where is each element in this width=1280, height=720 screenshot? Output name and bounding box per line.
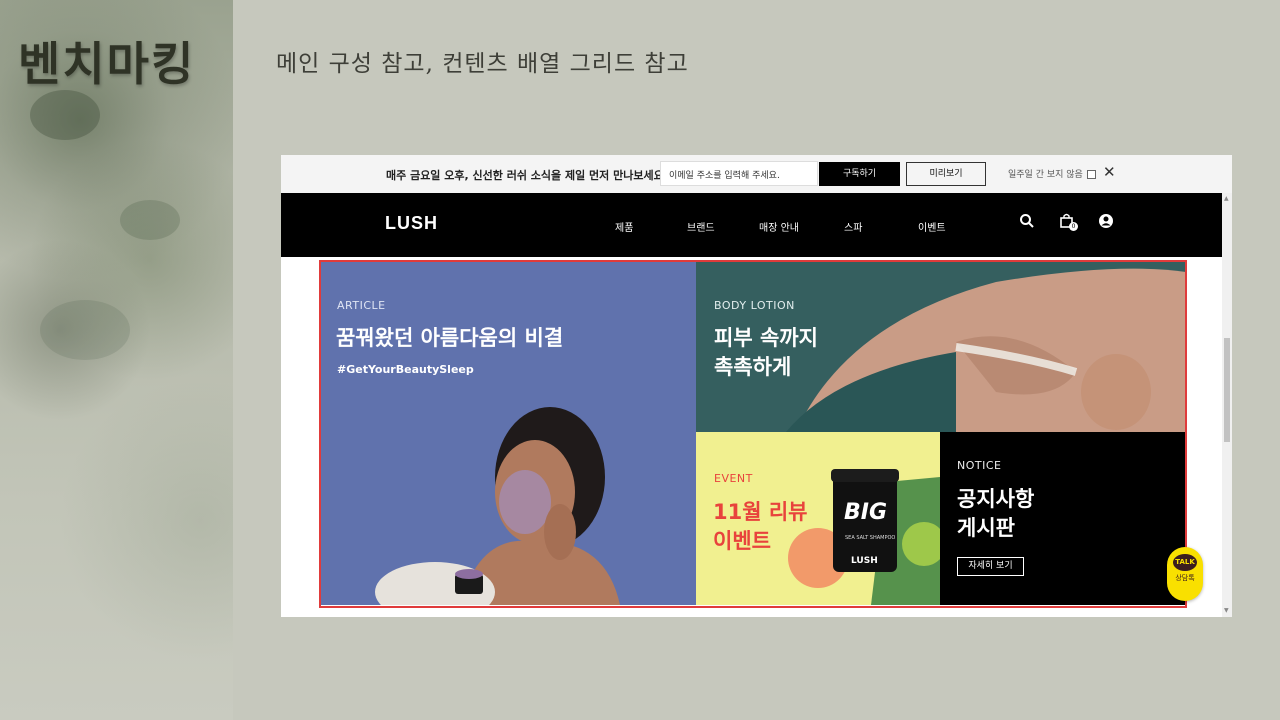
main-navbar: LUSH 제품 브랜드 매장 안내 스파 이벤트 0 (281, 193, 1222, 257)
website-screenshot: 매주 금요일 오후, 신선한 러쉬 소식을 제일 먼저 만나보세요. 이메일 주… (281, 155, 1232, 617)
preview-button[interactable]: 미리보기 (906, 162, 986, 186)
product-subtitle: SEA SALT SHAMPOO (845, 535, 896, 541)
hide-week-option[interactable]: 일주일 간 보지 않음 (1008, 167, 1096, 180)
user-icon[interactable] (1098, 213, 1116, 231)
product-brand: LUSH (851, 556, 878, 566)
newsletter-message: 매주 금요일 오후, 신선한 러쉬 소식을 제일 먼저 만나보세요. (386, 169, 668, 182)
foliage-shape (120, 200, 180, 240)
nav-item-event[interactable]: 이벤트 (918, 219, 946, 234)
event-tile[interactable]: BIG SEA SALT SHAMPOO LUSH EVENT 11월 리뷰 이… (696, 432, 940, 605)
subscribe-button[interactable]: 구독하기 (819, 162, 900, 186)
scroll-up-icon[interactable]: ▲ (1224, 195, 1229, 202)
scrollbar-thumb[interactable] (1224, 338, 1230, 442)
content-grid: ARTICLE 꿈꿔왔던 아름다움의 비결 #GetYourBeautySlee… (320, 262, 1186, 605)
hide-week-label: 일주일 간 보지 않음 (1008, 170, 1083, 180)
notice-headline: 공지사항 게시판 (957, 487, 1035, 540)
slide-title: 벤치마킹 (18, 37, 196, 91)
lotion-headline: 피부 속까지 촉촉하게 (714, 326, 818, 379)
scroll-down-icon[interactable]: ▼ (1224, 607, 1229, 614)
nav-item-store[interactable]: 매장 안내 (759, 219, 799, 234)
cart-count-badge: 0 (1069, 222, 1078, 231)
hide-week-checkbox[interactable] (1086, 170, 1096, 179)
email-field[interactable]: 이메일 주소를 입력해 주세요. (660, 161, 818, 186)
search-icon[interactable] (1019, 213, 1037, 231)
kakao-label: 상담톡 (1175, 574, 1195, 582)
cart-icon[interactable]: 0 (1059, 213, 1078, 231)
notice-category: NOTICE (957, 459, 1002, 472)
nav-item-brand[interactable]: 브랜드 (687, 219, 715, 234)
foliage-shape (40, 300, 130, 360)
decorative-photo-panel (0, 0, 233, 720)
foliage-shape (30, 90, 100, 140)
product-label: BIG (844, 500, 888, 525)
view-details-button[interactable]: 자세히 보기 (957, 557, 1024, 576)
article-category: ARTICLE (337, 299, 386, 312)
woman-portrait-illustration (375, 407, 620, 605)
notice-tile[interactable]: NOTICE 공지사항 게시판 자세히 보기 (940, 432, 1186, 605)
lotion-category: BODY LOTION (714, 299, 795, 312)
nav-item-products[interactable]: 제품 (615, 219, 633, 234)
slide-subtitle: 메인 구성 참고, 컨텐츠 배열 그리드 참고 (276, 51, 689, 77)
body-lotion-tile[interactable]: BODY LOTION 피부 속까지 촉촉하게 (696, 262, 1186, 432)
article-hashtag: #GetYourBeautySleep (337, 363, 474, 376)
talk-bubble-icon: TALK (1173, 554, 1197, 571)
nav-item-spa[interactable]: 스파 (844, 219, 862, 234)
event-category: EVENT (714, 472, 753, 485)
page-scrollbar[interactable]: ▲ ▼ (1222, 193, 1232, 617)
lush-logo[interactable]: LUSH (385, 213, 438, 234)
article-headline: 꿈꿔왔던 아름다움의 비결 (336, 326, 564, 350)
kakao-talk-button[interactable]: TALK 상담톡 (1167, 547, 1203, 601)
newsletter-bar: 매주 금요일 오후, 신선한 러쉬 소식을 제일 먼저 만나보세요. 이메일 주… (281, 155, 1232, 193)
close-icon[interactable]: ✕ (1103, 163, 1116, 181)
article-tile[interactable]: ARTICLE 꿈꿔왔던 아름다움의 비결 #GetYourBeautySlee… (320, 262, 696, 605)
event-headline: 11월 리뷰 이벤트 (713, 500, 808, 553)
